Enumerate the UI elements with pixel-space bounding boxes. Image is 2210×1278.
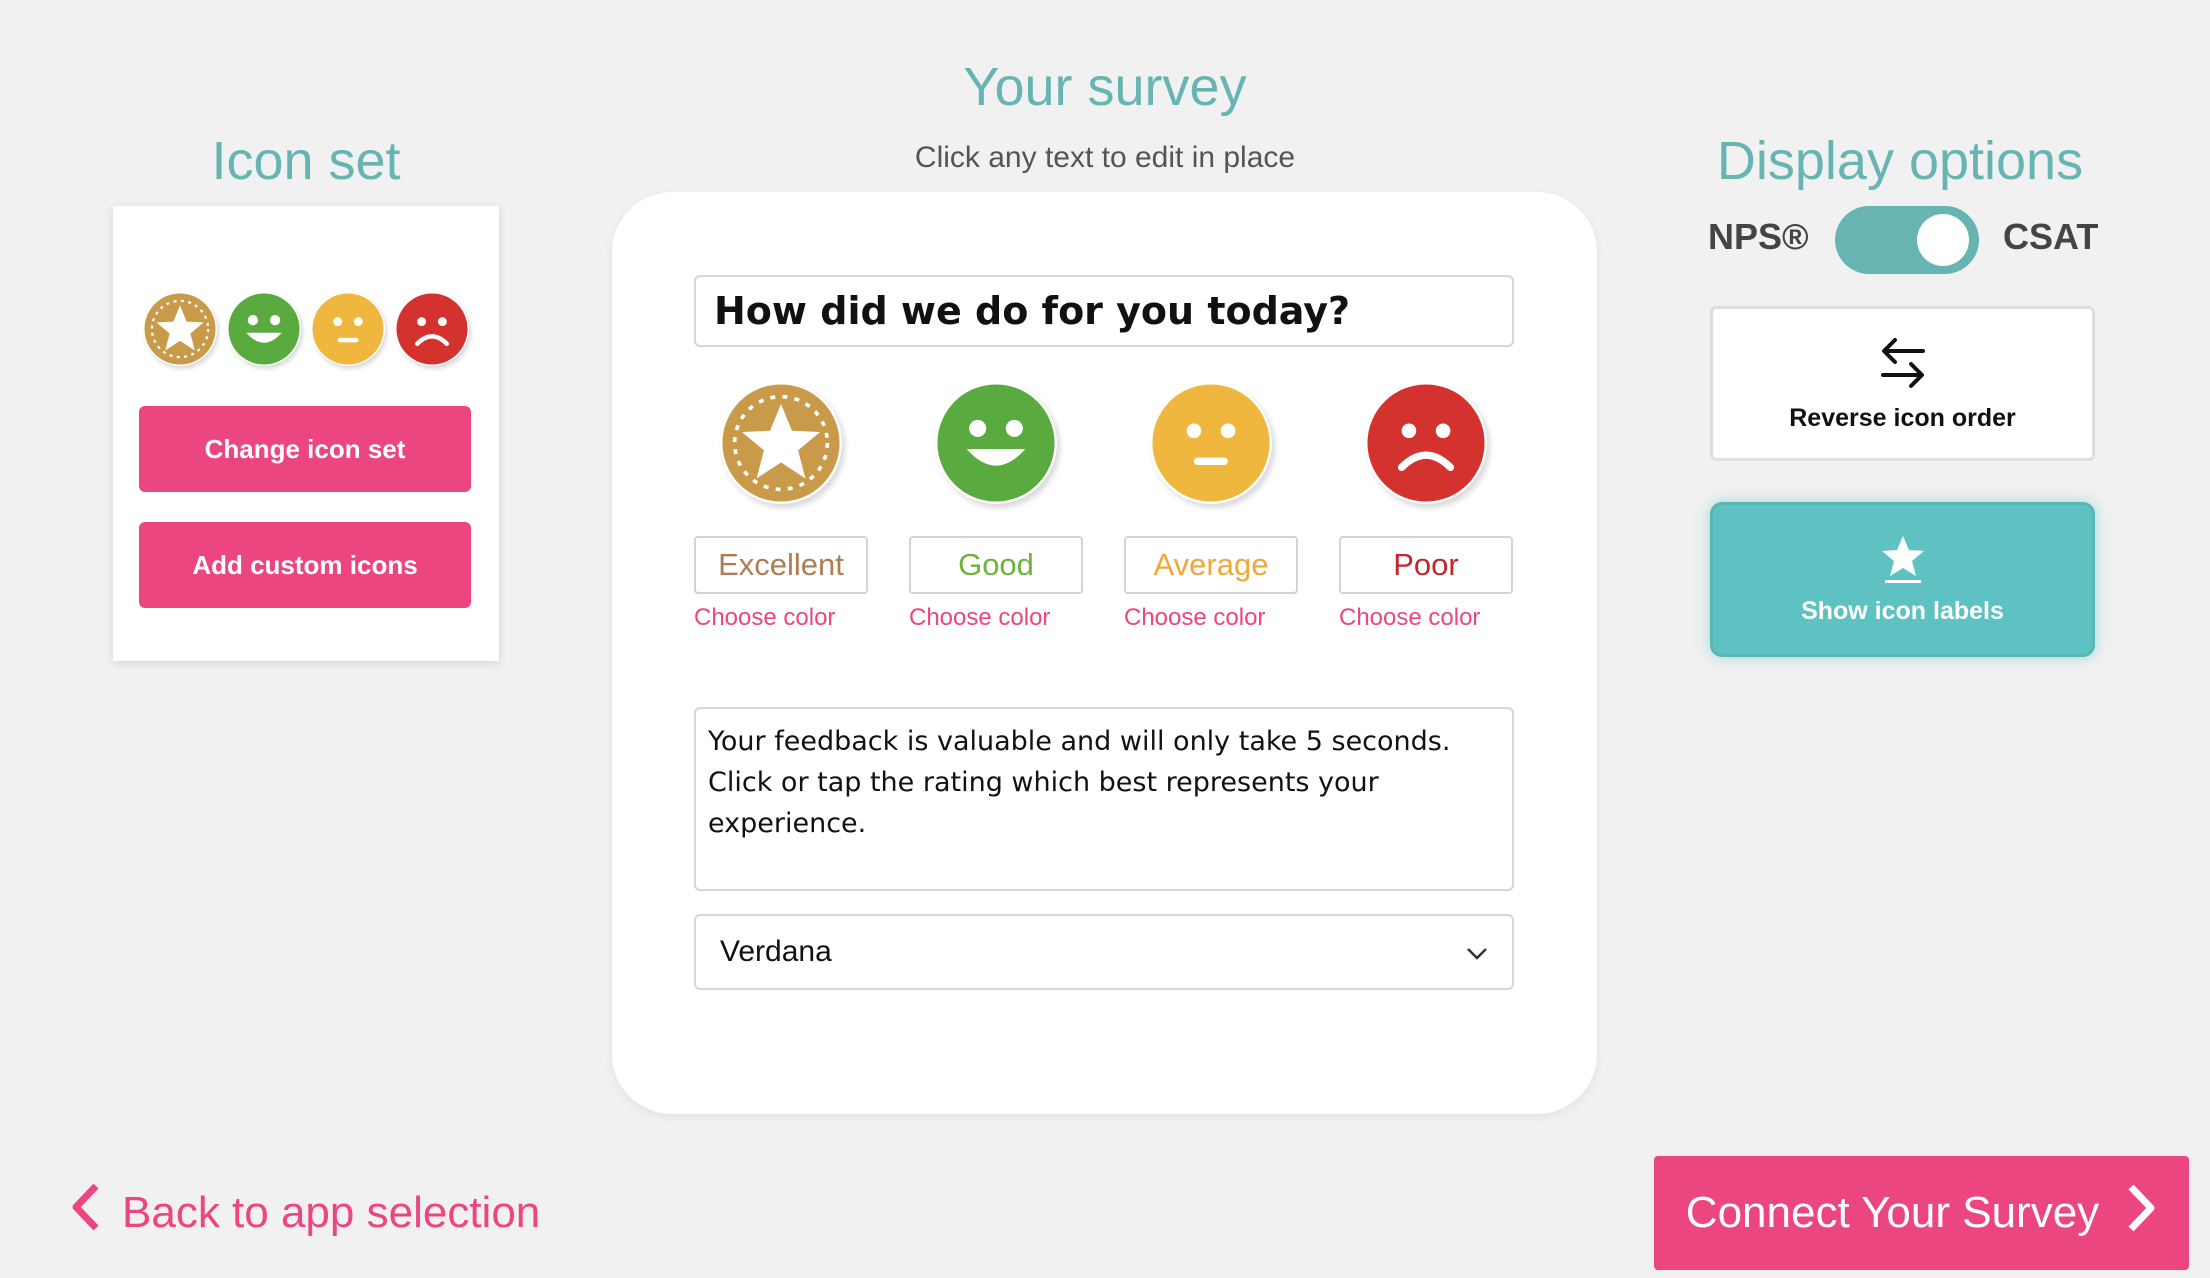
star-face-icon [143, 292, 217, 366]
choose-color-link[interactable]: Choose color [1339, 604, 1513, 632]
smile-face-icon[interactable] [935, 382, 1057, 504]
reverse-icon-order-button[interactable]: Reverse icon order [1710, 306, 2095, 461]
connect-survey-label: Connect Your Survey [1685, 1188, 2100, 1237]
star-face-icon[interactable] [720, 382, 842, 504]
add-custom-icons-button[interactable]: Add custom icons [139, 522, 471, 608]
chevron-right-icon [2125, 1183, 2157, 1244]
change-icon-set-button[interactable]: Change icon set [139, 406, 471, 492]
chevron-left-icon [70, 1182, 102, 1243]
star-icon [1881, 534, 1925, 589]
nps-label: NPS® [1708, 216, 1809, 257]
nps-csat-toggle[interactable] [1835, 206, 1979, 274]
question-input[interactable]: How did we do for you today? [694, 275, 1514, 347]
description-textarea[interactable]: Your feedback is valuable and will only … [694, 707, 1514, 891]
survey-subtitle: Click any text to edit in place [914, 141, 1296, 174]
frown-face-icon[interactable] [1365, 382, 1487, 504]
rating-label-input[interactable]: Good [909, 536, 1083, 594]
show-icon-labels-label: Show icon labels [1801, 596, 2004, 625]
back-to-app-selection-link[interactable]: Back to app selection [70, 1182, 540, 1243]
rating-option-good: Good Choose color [909, 382, 1083, 632]
icon-set-title: Icon set [211, 131, 401, 191]
show-icon-labels-button[interactable]: Show icon labels [1710, 502, 2095, 657]
toggle-knob [1917, 214, 1969, 266]
choose-color-link[interactable]: Choose color [909, 604, 1083, 632]
icon-set-preview [143, 292, 469, 366]
survey-title: Your survey [963, 57, 1247, 117]
font-select-value: Verdana [720, 935, 832, 968]
font-select[interactable]: Verdana [694, 914, 1514, 990]
connect-survey-button[interactable]: Connect Your Survey [1654, 1156, 2189, 1270]
rating-label-input[interactable]: Average [1124, 536, 1298, 594]
rating-option-excellent: Excellent Choose color [694, 382, 868, 632]
choose-color-link[interactable]: Choose color [694, 604, 868, 632]
rating-label-input[interactable]: Poor [1339, 536, 1513, 594]
neutral-face-icon [311, 292, 385, 366]
reverse-icon-order-label: Reverse icon order [1789, 403, 2016, 432]
back-link-label: Back to app selection [122, 1187, 541, 1237]
rating-option-poor: Poor Choose color [1339, 382, 1513, 632]
icon-set-card: Change icon set Add custom icons [113, 206, 499, 661]
survey-preview-card: How did we do for you today? Excellent C… [612, 192, 1597, 1114]
display-options-title: Display options [1716, 131, 2084, 191]
swap-arrows-icon [1877, 335, 1929, 396]
chevron-down-icon [1466, 935, 1488, 969]
smile-face-icon [227, 292, 301, 366]
neutral-face-icon[interactable] [1150, 382, 1272, 504]
frown-face-icon [395, 292, 469, 366]
rating-option-average: Average Choose color [1124, 382, 1298, 632]
csat-label: CSAT [2003, 216, 2099, 257]
rating-label-input[interactable]: Excellent [694, 536, 868, 594]
choose-color-link[interactable]: Choose color [1124, 604, 1298, 632]
